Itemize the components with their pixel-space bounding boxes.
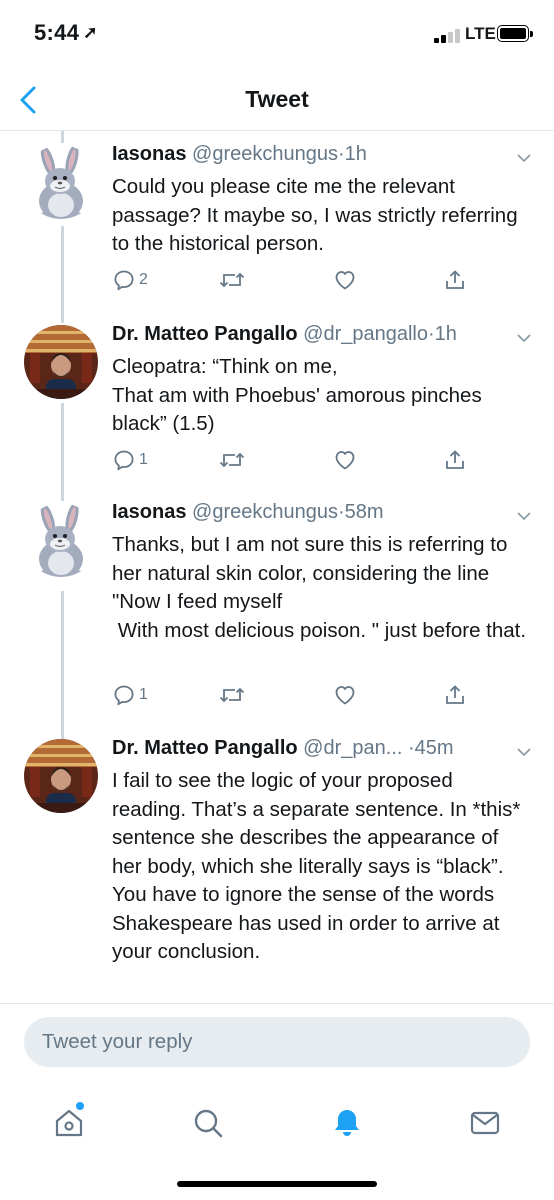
profile-photo-avatar-icon	[24, 739, 98, 813]
reply-input[interactable]	[24, 1017, 530, 1067]
share-button[interactable]	[443, 445, 467, 475]
share-icon	[443, 448, 467, 472]
author-name[interactable]: Dr. Matteo Pangallo	[112, 737, 298, 759]
reply-count: 1	[139, 686, 148, 703]
tweet-text: Could you please cite me the relevant pa…	[112, 175, 524, 255]
tweet-time: 1h	[434, 323, 457, 345]
time-separator: ·	[338, 501, 345, 523]
tweet-actions: 1	[112, 680, 532, 710]
tweet-header: Dr. Matteo Pangallo @dr_pangallo·1h	[112, 323, 507, 346]
heart-icon	[333, 268, 357, 292]
tweet-actions: 1	[112, 445, 532, 475]
avatar[interactable]	[24, 739, 98, 813]
retweet-button[interactable]	[218, 680, 246, 710]
tab-notifications[interactable]	[317, 1093, 377, 1153]
reply-button[interactable]: 2	[112, 265, 148, 295]
tweet-text: Cleopatra: “Think on me, That am with Ph…	[112, 355, 482, 435]
chevron-down-icon[interactable]	[513, 147, 535, 169]
like-button[interactable]	[333, 445, 357, 475]
reply-count: 1	[139, 451, 148, 468]
retweet-icon	[218, 268, 246, 292]
share-icon	[443, 683, 467, 707]
time-separator: ·	[338, 143, 345, 165]
author-handle[interactable]: @greekchungus	[192, 143, 338, 165]
heart-icon	[333, 683, 357, 707]
reply-button[interactable]: 1	[112, 680, 148, 710]
home-indicator	[177, 1181, 377, 1187]
author-name[interactable]: Dr. Matteo Pangallo	[112, 323, 298, 345]
thread-connector	[61, 226, 64, 323]
tweet-time: 58m	[344, 501, 384, 523]
author-name[interactable]: Iasonas	[112, 501, 186, 523]
tab-home[interactable]	[39, 1093, 99, 1153]
status-time: 5:44 ➚	[34, 20, 98, 46]
tweet-header: Dr. Matteo Pangallo @dr_pan... ·45m	[112, 737, 507, 760]
home-icon	[55, 1109, 83, 1137]
tweet-time: 1h	[344, 143, 367, 165]
tweet-text: Thanks, but I am not sure this is referr…	[112, 533, 527, 642]
share-icon	[443, 268, 467, 292]
like-button[interactable]	[333, 265, 357, 295]
status-time-label: 5:44	[34, 20, 80, 45]
chevron-down-icon[interactable]	[513, 741, 535, 763]
thread-connector	[61, 131, 64, 143]
reply-icon	[112, 268, 136, 292]
author-name[interactable]: Iasonas	[112, 143, 186, 165]
tab-messages[interactable]	[455, 1093, 515, 1153]
time-separator: ·	[428, 323, 435, 345]
search-icon	[194, 1109, 223, 1138]
big-chungus-avatar-icon	[24, 145, 98, 219]
page-title: Tweet	[245, 86, 309, 112]
avatar[interactable]	[24, 145, 98, 219]
tweet-text: I fail to see the logic of your proposed…	[112, 769, 527, 963]
signal-icon	[434, 27, 462, 43]
author-handle[interactable]: @greekchungus	[192, 501, 338, 523]
location-arrow-icon: ➚	[83, 23, 98, 42]
thread-connector	[61, 403, 64, 501]
profile-photo-avatar-icon	[24, 325, 98, 399]
nav-bar: Tweet	[0, 70, 554, 131]
big-chungus-avatar-icon	[24, 503, 98, 577]
notification-dot	[76, 1102, 84, 1110]
mail-icon	[470, 1111, 500, 1135]
tweet-time: 45m	[414, 737, 454, 759]
heart-icon	[333, 448, 357, 472]
reply-icon	[112, 683, 136, 707]
time-separator: ·	[407, 737, 415, 759]
reply-icon	[112, 448, 136, 472]
thread-connector	[61, 591, 64, 739]
share-button[interactable]	[443, 680, 467, 710]
tweet-header: Iasonas @greekchungus·1h	[112, 143, 507, 166]
bell-icon	[335, 1110, 359, 1136]
share-button[interactable]	[443, 265, 467, 295]
retweet-button[interactable]	[218, 265, 246, 295]
network-label: LTE	[465, 24, 496, 43]
tweet-thread: Iasonas @greekchungus·1h Could you pleas…	[0, 131, 554, 1003]
avatar[interactable]	[24, 325, 98, 399]
reply-bar	[0, 1003, 554, 1084]
battery-icon	[497, 25, 533, 42]
tab-search[interactable]	[178, 1093, 238, 1153]
retweet-button[interactable]	[218, 445, 246, 475]
like-button[interactable]	[333, 680, 357, 710]
chevron-down-icon[interactable]	[513, 327, 535, 349]
author-handle[interactable]: @dr_pan...	[303, 737, 402, 759]
retweet-icon	[218, 683, 246, 707]
tweet-header: Iasonas @greekchungus·58m	[112, 501, 507, 524]
reply-count: 2	[139, 271, 148, 288]
tweet-actions: 2	[112, 265, 532, 295]
avatar[interactable]	[24, 503, 98, 577]
reply-button[interactable]: 1	[112, 445, 148, 475]
author-handle[interactable]: @dr_pangallo	[303, 323, 428, 345]
status-bar: 5:44 ➚ LTE	[0, 0, 554, 70]
retweet-icon	[218, 448, 246, 472]
chevron-down-icon[interactable]	[513, 505, 535, 527]
